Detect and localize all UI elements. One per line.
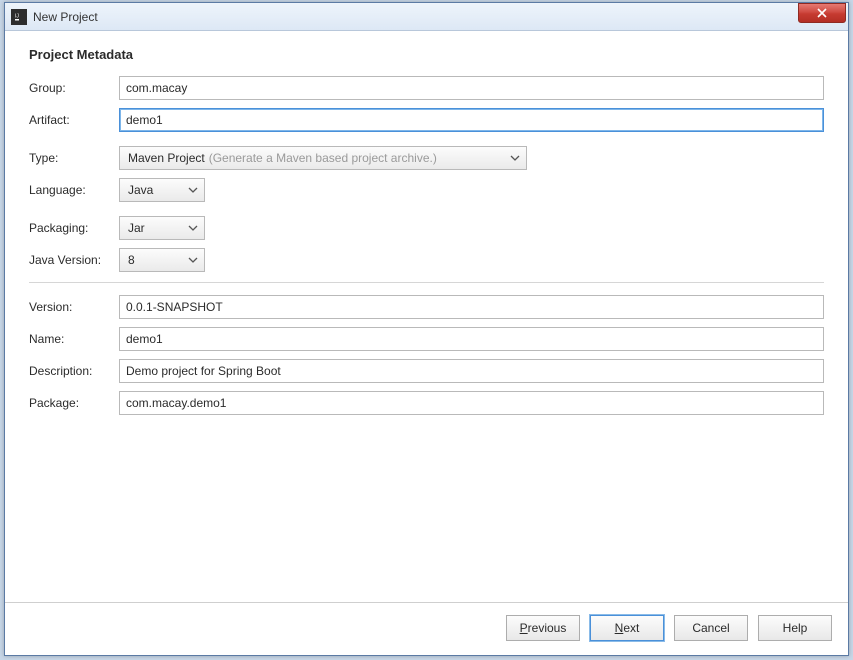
package-input[interactable] xyxy=(119,391,824,415)
packaging-select-value: Jar xyxy=(128,221,145,235)
chevron-down-icon xyxy=(188,185,198,195)
label-java-version: Java Version: xyxy=(29,253,119,267)
page-title: Project Metadata xyxy=(29,47,824,62)
description-input[interactable] xyxy=(119,359,824,383)
cancel-button[interactable]: Cancel xyxy=(674,615,748,641)
label-language: Language: xyxy=(29,183,119,197)
row-packaging: Packaging: Jar xyxy=(29,216,824,240)
language-select-value: Java xyxy=(128,183,153,197)
app-icon: IJ xyxy=(11,9,27,25)
window-title: New Project xyxy=(33,10,798,24)
close-button[interactable] xyxy=(798,3,846,23)
footer: Previous Next Cancel Help xyxy=(5,602,848,655)
row-name: Name: xyxy=(29,327,824,351)
language-select[interactable]: Java xyxy=(119,178,205,202)
label-name: Name: xyxy=(29,332,119,346)
name-input[interactable] xyxy=(119,327,824,351)
divider xyxy=(29,282,824,283)
next-button[interactable]: Next xyxy=(590,615,664,641)
version-input[interactable] xyxy=(119,295,824,319)
svg-text:IJ: IJ xyxy=(15,13,19,19)
close-icon xyxy=(817,8,827,18)
row-java-version: Java Version: 8 xyxy=(29,248,824,272)
titlebar: IJ New Project xyxy=(5,3,848,31)
chevron-down-icon xyxy=(510,153,520,163)
chevron-down-icon xyxy=(188,223,198,233)
label-packaging: Packaging: xyxy=(29,221,119,235)
type-select-hint: (Generate a Maven based project archive.… xyxy=(209,151,437,165)
row-language: Language: Java xyxy=(29,178,824,202)
row-artifact: Artifact: xyxy=(29,108,824,132)
label-description: Description: xyxy=(29,364,119,378)
label-package: Package: xyxy=(29,396,119,410)
help-button[interactable]: Help xyxy=(758,615,832,641)
java-version-select-value: 8 xyxy=(128,253,135,267)
java-version-select[interactable]: 8 xyxy=(119,248,205,272)
row-group: Group: xyxy=(29,76,824,100)
packaging-select[interactable]: Jar xyxy=(119,216,205,240)
label-artifact: Artifact: xyxy=(29,113,119,127)
label-version: Version: xyxy=(29,300,119,314)
label-type: Type: xyxy=(29,151,119,165)
row-package: Package: xyxy=(29,391,824,415)
content-area: Project Metadata Group: Artifact: Type: … xyxy=(5,31,848,602)
row-description: Description: xyxy=(29,359,824,383)
chevron-down-icon xyxy=(188,255,198,265)
row-version: Version: xyxy=(29,295,824,319)
new-project-window: IJ New Project Project Metadata Group: A… xyxy=(4,2,849,656)
previous-button[interactable]: Previous xyxy=(506,615,580,641)
type-select-value: Maven Project xyxy=(128,151,205,165)
artifact-input[interactable] xyxy=(119,108,824,132)
type-select[interactable]: Maven Project (Generate a Maven based pr… xyxy=(119,146,527,170)
row-type: Type: Maven Project (Generate a Maven ba… xyxy=(29,146,824,170)
label-group: Group: xyxy=(29,81,119,95)
group-input[interactable] xyxy=(119,76,824,100)
